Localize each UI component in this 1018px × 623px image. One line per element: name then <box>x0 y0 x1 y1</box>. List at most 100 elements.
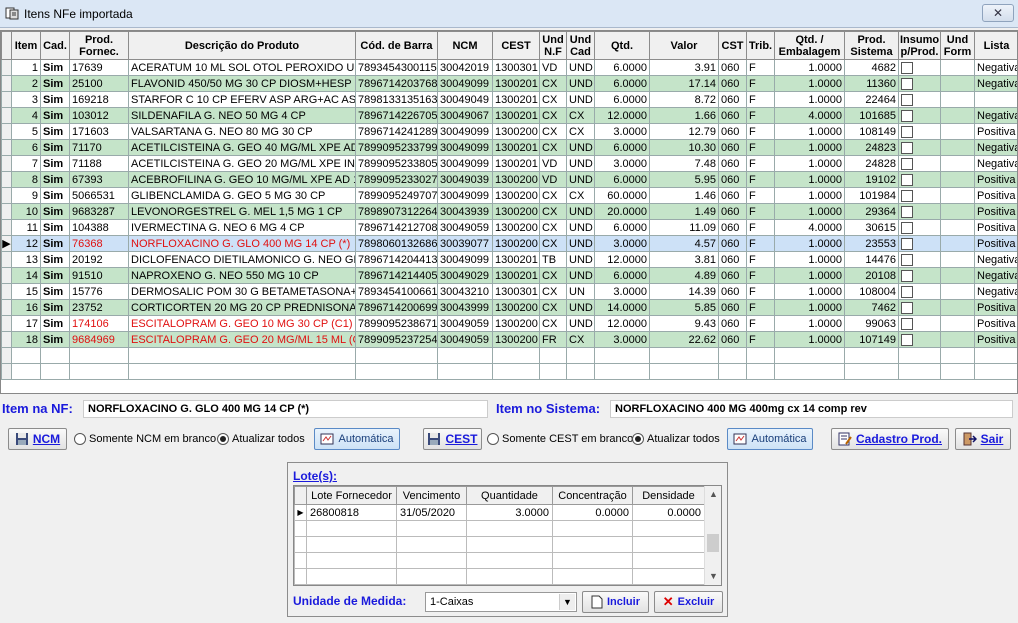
cell-ncm[interactable]: 30049099 <box>437 155 493 172</box>
row-indicator[interactable] <box>1 267 12 284</box>
cell-lista[interactable]: Positiva <box>974 331 1017 348</box>
cell-insumo[interactable] <box>898 139 941 156</box>
cell-valor[interactable]: 7.48 <box>649 155 719 172</box>
cell-item[interactable]: 17 <box>11 315 41 332</box>
lotes-grid[interactable]: Lote Fornecedor Vencimento Quantidade Conce… <box>293 485 722 586</box>
cell-und-nf[interactable]: TB <box>539 251 567 268</box>
table-row[interactable]: ▶ 12 Sim 76368 NORFLOXACINO G. GLO 400 MG 14… <box>1 235 1017 252</box>
row-indicator[interactable] <box>1 171 12 188</box>
cell-und-nf[interactable]: VD <box>539 155 567 172</box>
insumo-checkbox[interactable] <box>901 205 913 218</box>
cell-insumo[interactable] <box>898 75 941 92</box>
cell-item[interactable]: 11 <box>11 219 41 236</box>
cell-fornec[interactable]: 174106 <box>69 315 129 332</box>
cell-und-cad[interactable]: UND <box>566 91 595 108</box>
cell-trib[interactable]: F <box>746 315 775 332</box>
cell-sistema[interactable]: 24823 <box>844 139 899 156</box>
row-indicator[interactable] <box>1 107 12 124</box>
cell-cest[interactable]: 1300201 <box>492 107 540 124</box>
cell-sistema[interactable]: 19102 <box>844 171 899 188</box>
row-indicator[interactable] <box>1 299 12 316</box>
cell-item[interactable]: 6 <box>11 139 41 156</box>
row-indicator[interactable] <box>1 283 12 300</box>
ncm-button[interactable]: NCM <box>8 428 67 450</box>
lote-row[interactable]: ▶ 26800818 31/05/2020 3.0000 0.0000 0.0000 <box>294 504 705 521</box>
lotes-column-header[interactable]: Vencimento <box>396 486 467 505</box>
sair-button[interactable]: Sair <box>955 428 1011 450</box>
cell-trib[interactable]: F <box>746 187 775 204</box>
column-header[interactable]: Item <box>11 31 41 60</box>
cell-fornec[interactable]: 76368 <box>69 235 129 252</box>
insumo-checkbox[interactable] <box>901 269 913 282</box>
cell-und-cad[interactable]: UND <box>566 235 595 252</box>
cell-lista[interactable]: Positiva <box>974 203 1017 220</box>
lotes-column-header[interactable]: Lote Fornecedor <box>306 486 397 505</box>
cell-fornec[interactable]: 103012 <box>69 107 129 124</box>
cell-emb[interactable]: 1.0000 <box>774 171 845 188</box>
cell-barra[interactable]: 7896714203768 <box>355 75 438 92</box>
cell-cst[interactable]: 060 <box>718 171 747 188</box>
cell-ncm[interactable]: 30049059 <box>437 315 493 332</box>
cell-cst[interactable]: 060 <box>718 219 747 236</box>
cell-sistema[interactable]: 23553 <box>844 235 899 252</box>
cell-und-cad[interactable]: UN <box>566 283 595 300</box>
cell-desc[interactable]: LEVONORGESTREL G. MEL 1,5 MG 1 CP <box>128 203 356 220</box>
cell-cest[interactable]: 1300200 <box>492 187 540 204</box>
close-button[interactable]: ✕ <box>982 4 1014 22</box>
row-indicator[interactable] <box>1 203 12 220</box>
cell-barra[interactable]: 7893454300115 <box>355 59 438 76</box>
cell-cst[interactable]: 060 <box>718 251 747 268</box>
cell-lista[interactable]: Negativa <box>974 107 1017 124</box>
cell-trib[interactable]: F <box>746 75 775 92</box>
row-indicator[interactable] <box>1 331 12 348</box>
lote-cell-concentracao[interactable]: 0.0000 <box>552 504 633 521</box>
cell-cest[interactable]: 1300201 <box>492 75 540 92</box>
cell-qtd[interactable]: 3.0000 <box>594 331 650 348</box>
cell-lista[interactable]: Negativa <box>974 75 1017 92</box>
cell-valor[interactable]: 3.81 <box>649 251 719 268</box>
cell-desc[interactable]: ACEBROFILINA G. GEO 10 MG/ML XPE AD 120 <box>128 171 356 188</box>
cell-fornec[interactable]: 15776 <box>69 283 129 300</box>
table-row[interactable]: 4 Sim 103012 SILDENAFILA G. NEO 50 MG 4 CP 7… <box>1 107 1017 124</box>
cell-lista[interactable]: Positiva <box>974 315 1017 332</box>
cell-trib[interactable]: F <box>746 251 775 268</box>
ncm-radio-blank[interactable]: Somente NCM em branco <box>74 433 216 445</box>
cell-sistema[interactable]: 7462 <box>844 299 899 316</box>
cell-ncm[interactable]: 30049059 <box>437 219 493 236</box>
column-header[interactable]: CST <box>718 31 747 60</box>
cell-und-form[interactable] <box>940 251 975 268</box>
cell-cest[interactable]: 1300200 <box>492 203 540 220</box>
cell-qtd[interactable]: 12.0000 <box>594 251 650 268</box>
cell-cest[interactable]: 1300200 <box>492 171 540 188</box>
table-row[interactable]: 8 Sim 67393 ACEBROFILINA G. GEO 10 MG/ML XP… <box>1 171 1017 188</box>
cell-valor[interactable]: 12.79 <box>649 123 719 140</box>
cell-cst[interactable]: 060 <box>718 123 747 140</box>
cell-desc[interactable]: NAPROXENO G. NEO 550 MG 10 CP <box>128 267 356 284</box>
cell-barra[interactable]: 7899095238671 <box>355 315 438 332</box>
cell-und-nf[interactable]: CX <box>539 75 567 92</box>
cell-ncm[interactable]: 30049067 <box>437 107 493 124</box>
cell-fornec[interactable]: 91510 <box>69 267 129 284</box>
lote-cell-densidade[interactable]: 0.0000 <box>632 504 705 521</box>
cell-lista[interactable]: Positiva <box>974 299 1017 316</box>
cell-emb[interactable]: 1.0000 <box>774 139 845 156</box>
lotes-column-header[interactable]: Densidade <box>632 486 705 505</box>
cell-fornec[interactable]: 9684969 <box>69 331 129 348</box>
cell-und-cad[interactable]: CX <box>566 107 595 124</box>
cell-sistema[interactable]: 20108 <box>844 267 899 284</box>
insumo-checkbox[interactable] <box>901 301 913 314</box>
cell-qtd[interactable]: 6.0000 <box>594 219 650 236</box>
cell-ncm[interactable]: 30049049 <box>437 91 493 108</box>
column-header[interactable]: Cad. <box>40 31 70 60</box>
cell-lista[interactable]: Positiva <box>974 187 1017 204</box>
cell-und-form[interactable] <box>940 315 975 332</box>
cell-trib[interactable]: F <box>746 235 775 252</box>
cell-ncm[interactable]: 30042019 <box>437 59 493 76</box>
cell-cest[interactable]: 1300200 <box>492 235 540 252</box>
cell-und-nf[interactable]: CX <box>539 203 567 220</box>
cell-und-nf[interactable]: CX <box>539 91 567 108</box>
cell-barra[interactable]: 7898133135163 <box>355 91 438 108</box>
cell-fornec[interactable]: 23752 <box>69 299 129 316</box>
cell-cest[interactable]: 1300200 <box>492 219 540 236</box>
cell-insumo[interactable] <box>898 283 941 300</box>
